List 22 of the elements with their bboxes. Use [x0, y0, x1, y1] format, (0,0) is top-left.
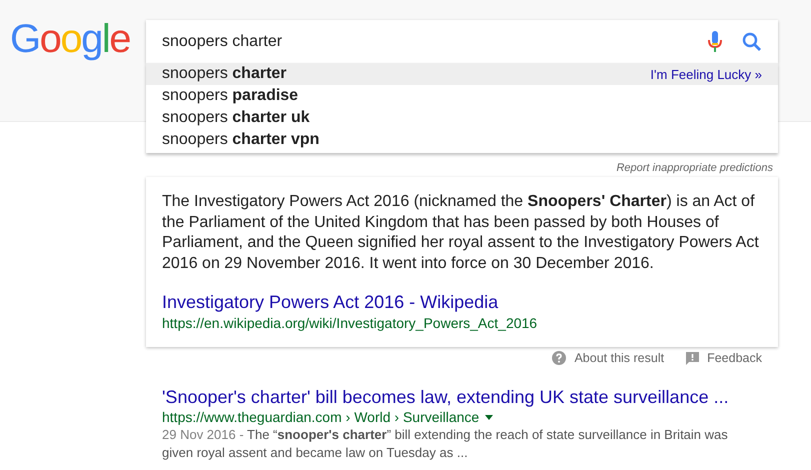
search-icon[interactable]	[742, 32, 762, 52]
result-url: https://www.theguardian.com › World › Surveillance	[162, 409, 480, 425]
result-title[interactable]: 'Snooper's charter' bill becomes law, extending UK state surveillance ...	[162, 387, 729, 408]
report-link[interactable]: Report inappropriate predictions	[616, 162, 773, 174]
feedback-link[interactable]: Feedback	[707, 351, 762, 365]
snippet-text: The Investigatory Powers Act 2016 (nicknamed the Snoopers' Charter) is an Act of the Parliament of the United Kingdom that has been passed by both Houses of Parliament, and the Queen signified her royal assent to the Investigatory Powers Act 2016 on 29 November 2016. It went into force on 30 December 2016.	[162, 192, 760, 274]
dropdown-arrow-icon[interactable]	[485, 414, 494, 420]
suggestion-item[interactable]: snoopers charter uk	[146, 107, 778, 129]
about-link[interactable]: About this result	[574, 351, 664, 365]
feeling-lucky-link[interactable]: I'm Feeling Lucky »	[650, 66, 762, 82]
result-url: https://en.wikipedia.org/wiki/Investigatory_Powers_Act_2016	[162, 315, 538, 331]
suggestion-item[interactable]: snoopers paradise	[146, 85, 778, 107]
help-icon[interactable]	[552, 351, 566, 365]
result-link[interactable]: Investigatory Powers Act 2016 - Wikipedia	[162, 292, 498, 313]
google-logo[interactable]: Google	[10, 18, 128, 60]
suggestion-item[interactable]: snoopers charter I'm Feeling Lucky »	[146, 63, 778, 85]
suggestion-item[interactable]: snoopers charter vpn	[146, 129, 778, 151]
feedback-icon[interactable]	[686, 352, 700, 364]
result-snippet: 29 Nov 2016 - The “snooper's charter” bill extending the reach of state surveillance in Britain was given royal assent and became law on Tuesday as ...	[162, 426, 729, 462]
search-field[interactable]: snoopers charter	[146, 20, 778, 63]
microphone-icon[interactable]	[708, 30, 722, 52]
search-input[interactable]: snoopers charter	[162, 32, 708, 50]
